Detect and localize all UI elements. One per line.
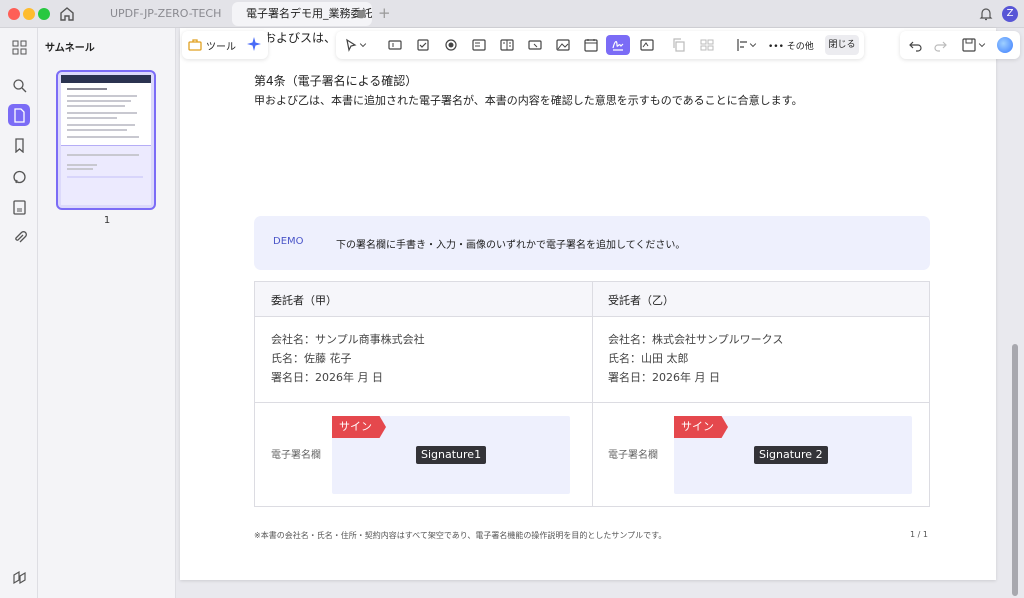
form-fields-icon[interactable] <box>8 196 30 218</box>
tools-button[interactable]: ツール <box>188 36 236 54</box>
avatar[interactable]: Z <box>1002 6 1018 22</box>
close-button[interactable]: 閉じる <box>825 35 859 55</box>
contractor-company: 会社名：株式会社サンプルワークス <box>608 333 784 346</box>
party-heading-client: 委託者（甲） <box>271 294 337 307</box>
save-icon[interactable] <box>960 36 978 54</box>
dropdown-field-icon[interactable] <box>470 36 488 54</box>
radio-button-icon[interactable] <box>442 36 460 54</box>
comment-icon[interactable] <box>8 166 30 188</box>
party-heading-contractor: 受託者（乙） <box>608 294 674 307</box>
document-canvas: およびスは、本 第4条（電子署名による確認） 甲および乙は、本書に追加された電子… <box>176 28 1024 598</box>
chevron-down-icon[interactable] <box>977 36 987 54</box>
checkbox-icon[interactable] <box>414 36 432 54</box>
tab-label: 電子署名デモ用_業務委託契約 <box>246 7 372 20</box>
window-minimize-button[interactable] <box>23 8 35 20</box>
list-box-icon[interactable] <box>498 36 516 54</box>
redo-icon[interactable] <box>931 36 949 54</box>
sign-tag: サイン <box>674 416 728 438</box>
window-maximize-button[interactable] <box>38 8 50 20</box>
undo-icon[interactable] <box>907 36 925 54</box>
thumbnail-page-preview <box>61 75 151 205</box>
attachment-icon[interactable] <box>8 226 30 248</box>
demo-notice-box: DEMO 下の署名欄に手書き・入力・画像のいずれかで電子署名を追加してください。 <box>254 216 930 270</box>
page-indicator: 1 / 1 <box>910 530 928 539</box>
sign-tag: サイン <box>332 416 386 438</box>
panel-title: サムネール <box>45 43 95 54</box>
more-button[interactable]: ••• その他 <box>768 39 814 52</box>
signature-field-name: Signature 2 <box>754 446 828 464</box>
button-field-icon[interactable] <box>526 36 544 54</box>
contractor-date: 署名日：2026年 月 日 <box>608 371 720 384</box>
tools-label: ツール <box>206 41 236 53</box>
contractor-signature-label: 電子署名欄 <box>608 450 658 461</box>
chevron-down-icon[interactable] <box>358 36 368 54</box>
window-close-button[interactable] <box>8 8 20 20</box>
title-bar: UPDF-JP-ZERO-TECH 電子署名デモ用_業務委託契約● + Z <box>0 0 1024 28</box>
client-date: 署名日：2026年 月 日 <box>271 371 383 384</box>
bell-icon[interactable] <box>978 6 994 22</box>
contractor-name: 氏名：山田 太郎 <box>608 352 689 365</box>
thumbnail-panel: サムネール 1 <box>38 28 176 598</box>
tab-contract-document[interactable]: 電子署名デモ用_業務委託契約● <box>232 2 372 26</box>
layers-icon[interactable] <box>8 566 30 588</box>
toolbox-icon <box>188 39 202 51</box>
text-field-icon[interactable] <box>386 36 404 54</box>
signature-field-name: Signature1 <box>416 446 487 464</box>
bookmark-icon[interactable] <box>8 134 30 156</box>
left-tool-rail <box>0 28 38 598</box>
home-icon[interactable] <box>58 5 76 23</box>
vertical-scrollbar[interactable] <box>1012 344 1018 596</box>
thumbnail-page-number: 1 <box>103 215 111 226</box>
more-label: その他 <box>786 42 814 52</box>
digital-signature-icon[interactable] <box>638 36 656 54</box>
copy-icon[interactable] <box>670 36 688 54</box>
chevron-down-icon[interactable] <box>748 36 758 54</box>
tab-updf-jp-zero-tech[interactable]: UPDF-JP-ZERO-TECH <box>96 2 226 26</box>
signature-field-icon[interactable] <box>606 35 630 55</box>
history-toolbar <box>900 31 1020 59</box>
add-tab-button[interactable]: + <box>378 4 391 22</box>
demo-label: DEMO <box>273 236 304 247</box>
signature-table: 委託者（甲） 受託者（乙） 会社名：サンプル商事株式会社 氏名：佐藤 花子 署名… <box>254 281 930 507</box>
grid-layout-icon[interactable] <box>698 36 716 54</box>
demo-instruction-text: 下の署名欄に手書き・入力・画像のいずれかで電子署名を追加してください。 <box>336 240 686 251</box>
thumbnail-pages-icon[interactable] <box>8 104 30 126</box>
client-name: 氏名：佐藤 花子 <box>271 352 352 365</box>
image-field-icon[interactable] <box>554 36 572 54</box>
client-signature-label: 電子署名欄 <box>271 450 321 461</box>
page-thumbnail[interactable] <box>56 70 156 210</box>
grid-view-icon[interactable] <box>8 36 30 58</box>
article-body: 甲および乙は、本書に追加された電子署名が、本書の内容を確認した意思を示すものであ… <box>254 94 803 107</box>
close-icon[interactable]: ● <box>356 2 366 26</box>
tools-toolbar: ツール <box>182 31 268 59</box>
form-toolbar: ••• その他 閉じる <box>336 31 864 59</box>
ai-assistant-icon[interactable] <box>997 37 1013 53</box>
document-page: およびスは、本 第4条（電子署名による確認） 甲および乙は、本書に追加された電子… <box>180 28 996 580</box>
search-icon[interactable] <box>8 74 30 96</box>
contractor-signature-field[interactable]: サイン Signature 2 <box>674 416 912 494</box>
footnote: ※本書の会社名・氏名・住所・契約内容はすべて架空であり、電子署名機能の操作説明を… <box>254 531 667 540</box>
ai-sparkle-icon[interactable] <box>246 36 262 52</box>
client-signature-field[interactable]: サイン Signature1 <box>332 416 570 494</box>
date-field-icon[interactable] <box>582 36 600 54</box>
client-company: 会社名：サンプル商事株式会社 <box>271 333 425 346</box>
tab-label: UPDF-JP-ZERO-TECH <box>110 7 222 20</box>
article-title: 第4条（電子署名による確認） <box>254 74 418 88</box>
